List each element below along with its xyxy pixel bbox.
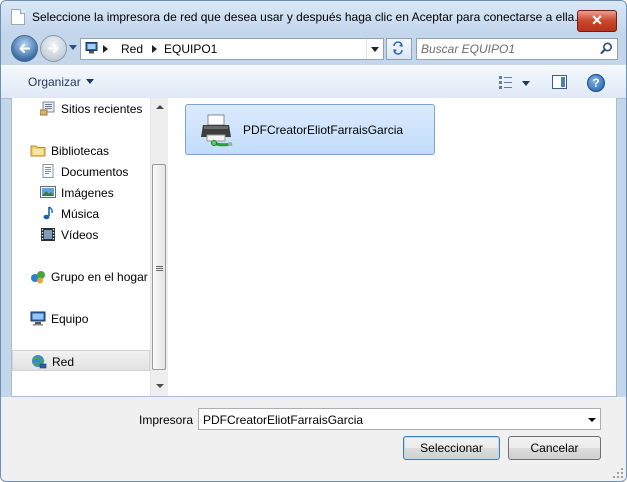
window-title: Seleccione la impresora de red que desea… (32, 10, 578, 24)
organize-label: Organizar (28, 75, 81, 89)
search-input[interactable] (421, 40, 591, 57)
forward-button[interactable] (40, 35, 67, 62)
nav-item-music[interactable]: Música (12, 203, 150, 224)
nav-item-pictures[interactable]: Imágenes (12, 182, 150, 203)
nav-label: Música (61, 207, 100, 221)
printer-icon (201, 114, 233, 147)
document-icon (11, 9, 25, 25)
nav-label: Equipo (51, 312, 89, 326)
recent-pages-dropdown[interactable] (69, 45, 77, 50)
printer-field-label: Impresora (139, 413, 194, 427)
videos-icon (41, 228, 55, 241)
nav-label: Bibliotecas (51, 144, 110, 158)
scroll-up-icon[interactable] (156, 105, 164, 109)
back-button[interactable] (11, 35, 38, 62)
recent-places-icon (40, 101, 55, 116)
search-icon[interactable] (600, 42, 613, 55)
nav-item-recent-places[interactable]: Sitios recientes (12, 98, 150, 119)
nav-label: Grupo en el hogar (51, 270, 148, 284)
forward-arrow-icon (48, 44, 59, 53)
help-icon[interactable]: ? (587, 74, 605, 92)
breadcrumb-equipo1[interactable]: EQUIPO1 (164, 42, 217, 56)
cancel-button[interactable]: Cancelar (508, 436, 601, 460)
organize-menu-button[interactable]: Organizar (28, 75, 94, 89)
refresh-button[interactable] (386, 38, 412, 60)
change-view-icon[interactable] (498, 75, 514, 89)
file-list: PDFCreatorEliotFarraisGarcia (168, 98, 616, 396)
browser-content: Sitios recientes Bibliotecas Documentos (11, 98, 617, 397)
breadcrumb-red[interactable]: Red (121, 42, 143, 56)
refresh-icon (393, 41, 403, 55)
view-options-dropdown[interactable] (522, 81, 530, 86)
dialog-window: Seleccione la impresora de red que desea… (0, 0, 627, 482)
close-button[interactable]: ✕ (577, 10, 617, 32)
computer-icon (30, 311, 46, 326)
resize-grip-icon[interactable] (613, 468, 623, 478)
nav-label: Red (52, 355, 75, 369)
music-icon (43, 206, 53, 220)
navigation-pane: Sitios recientes Bibliotecas Documentos (12, 98, 150, 396)
search-box[interactable] (416, 38, 618, 60)
select-button[interactable]: Seleccionar (403, 436, 500, 460)
nav-item-videos[interactable]: Vídeos (12, 224, 150, 245)
command-toolbar: Organizar ? (1, 65, 626, 99)
nav-label: Sitios recientes (61, 102, 143, 116)
address-field[interactable]: Red EQUIPO1 (80, 38, 384, 60)
documents-icon (42, 164, 54, 178)
nav-label: Documentos (61, 165, 129, 179)
printer-combobox[interactable]: PDFCreatorEliotFarraisGarcia (198, 408, 601, 430)
printer-item[interactable]: PDFCreatorEliotFarraisGarcia (185, 104, 435, 155)
back-arrow-icon (19, 44, 30, 53)
scroll-down-icon[interactable] (156, 384, 164, 388)
nav-label: Imágenes (61, 186, 114, 200)
grip-icon (156, 266, 163, 267)
breadcrumb-separator-icon[interactable] (152, 45, 157, 53)
nav-scrollbar[interactable] (150, 98, 168, 396)
network-location-icon (85, 42, 98, 54)
preview-pane-button[interactable] (552, 75, 567, 89)
nav-label: Vídeos (61, 228, 99, 242)
libraries-icon (30, 145, 46, 157)
nav-item-computer[interactable]: Equipo (12, 308, 150, 329)
nav-item-homegroup[interactable]: Grupo en el hogar (12, 266, 150, 287)
network-icon (32, 355, 47, 369)
printer-combobox-value: PDFCreatorEliotFarraisGarcia (203, 413, 364, 427)
chevron-down-icon (85, 79, 94, 84)
breadcrumb-separator-icon[interactable] (103, 45, 108, 53)
nav-item-network[interactable]: Red (12, 350, 150, 371)
dialog-footer: Impresora PDFCreatorEliotFarraisGarcia S… (1, 397, 626, 481)
chevron-down-icon[interactable] (588, 418, 596, 422)
nav-item-documents[interactable]: Documentos (12, 161, 150, 182)
address-bar: Red EQUIPO1 (1, 33, 626, 62)
pictures-icon (40, 186, 56, 198)
title-bar: Seleccione la impresora de red que desea… (1, 1, 626, 33)
printer-name: PDFCreatorEliotFarraisGarcia (243, 123, 404, 137)
address-dropdown-button[interactable] (366, 39, 383, 59)
homegroup-icon (31, 271, 45, 284)
scroll-thumb[interactable] (152, 164, 166, 370)
nav-item-libraries[interactable]: Bibliotecas (12, 140, 150, 161)
